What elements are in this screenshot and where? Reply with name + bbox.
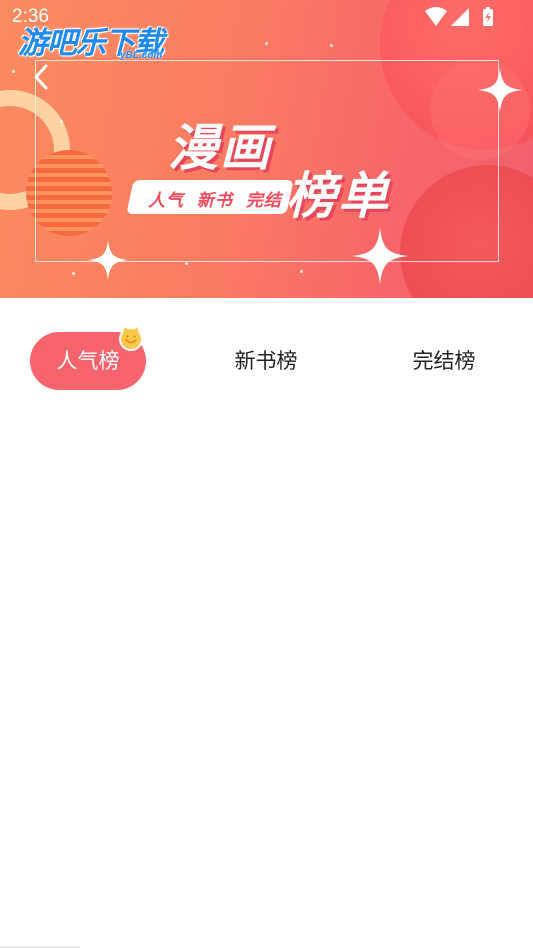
back-button[interactable] xyxy=(28,60,56,94)
status-icons xyxy=(425,7,493,26)
banner-title: 人气 新书 完结 漫画 榜单 xyxy=(120,108,420,228)
signal-icon xyxy=(451,8,469,26)
decor-dot xyxy=(330,44,333,47)
banner-title-line2: 榜单 xyxy=(286,167,390,225)
decor-dot xyxy=(12,70,15,73)
banner-title-line1: 漫画 xyxy=(168,119,272,177)
smiley-badge-icon xyxy=(119,327,143,351)
wifi-icon xyxy=(425,7,447,26)
decor-dot xyxy=(300,270,303,273)
banner-tagline: 人气 新书 完结 xyxy=(148,191,282,211)
watermark-url: yBL.com xyxy=(120,50,163,61)
sparkle-icon xyxy=(352,228,408,284)
ranking-list-area xyxy=(0,400,533,948)
sparkle-icon xyxy=(478,68,522,112)
decor-dot xyxy=(60,120,63,123)
chevron-left-icon xyxy=(34,64,48,90)
tab-new-books[interactable]: 新书榜 xyxy=(208,332,324,390)
ranking-tabs: 人气榜 新书榜 完结榜 xyxy=(0,330,533,392)
decor-dot xyxy=(72,272,75,275)
sparkle-icon xyxy=(88,240,128,280)
decor-dot xyxy=(185,262,188,265)
decor-dot xyxy=(265,42,268,45)
battery-charging-icon xyxy=(483,7,493,26)
tab-completed[interactable]: 完结榜 xyxy=(386,332,502,390)
